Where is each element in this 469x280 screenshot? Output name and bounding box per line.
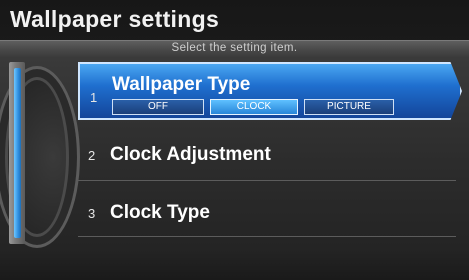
menu-item-wallpaper-type[interactable]: 1 Wallpaper Type OFF CLOCK PICTURE xyxy=(78,62,462,120)
menu-item-clock-type[interactable]: 3 Clock Type xyxy=(78,182,462,240)
menu-item-label: Clock Adjustment xyxy=(110,144,271,165)
menu-item-clock-adjustment[interactable]: 2 Clock Adjustment xyxy=(78,124,462,182)
page-subtitle: Select the setting item. xyxy=(171,42,298,54)
wallpaper-type-options: OFF CLOCK PICTURE xyxy=(112,99,394,115)
menu-item-label: Clock Type xyxy=(110,202,210,223)
bottom-bar xyxy=(0,250,469,280)
option-picture[interactable]: PICTURE xyxy=(304,99,394,115)
scrollbar-thumb[interactable] xyxy=(14,68,21,238)
nav-screen: Wallpaper settings Select the setting it… xyxy=(0,0,469,280)
option-off[interactable]: OFF xyxy=(112,99,204,115)
menu-item-number: 1 xyxy=(90,90,98,105)
page-title: Wallpaper settings xyxy=(10,6,220,32)
menu-item-label: Wallpaper Type xyxy=(112,74,251,95)
option-clock[interactable]: CLOCK xyxy=(210,99,298,115)
menu-item-number: 2 xyxy=(88,148,96,163)
menu-item-number: 3 xyxy=(88,206,96,221)
